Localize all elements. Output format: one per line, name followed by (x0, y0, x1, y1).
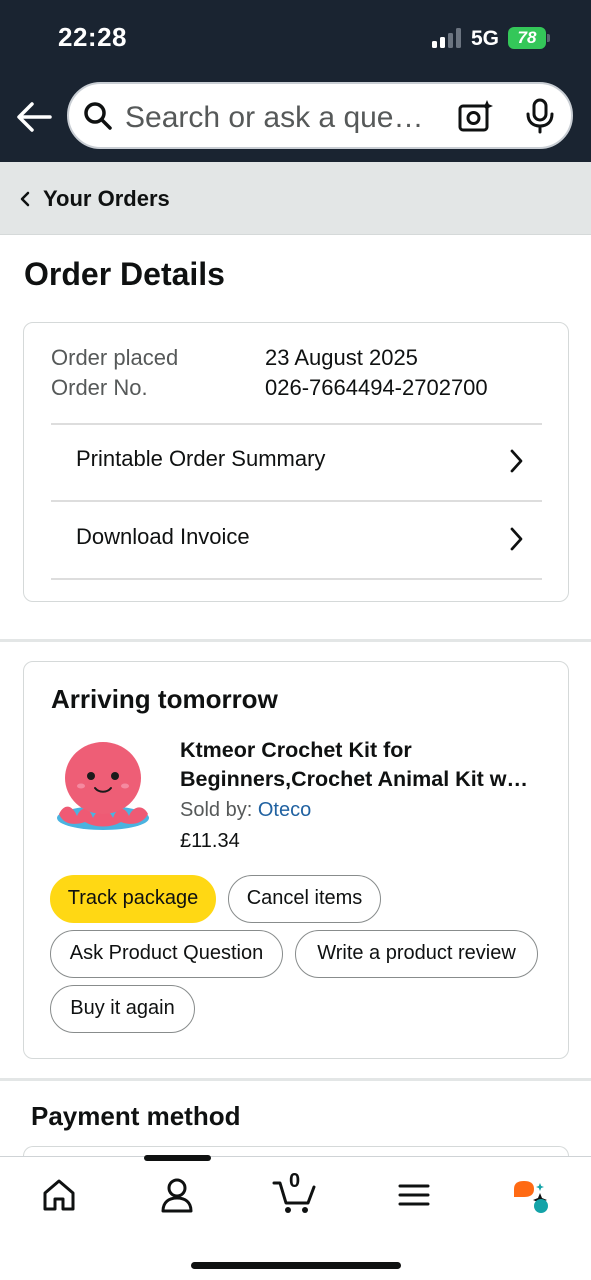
order-number-row: Order No. 026-7664494-2702700 (51, 375, 488, 401)
breadcrumb-your-orders[interactable]: Your Orders (43, 186, 170, 212)
cart-count-badge: 0 (289, 1170, 301, 1192)
active-tab-indicator (144, 1155, 211, 1161)
order-number-value: 026-7664494-2702700 (265, 375, 488, 400)
search-bar[interactable]: Search or ask a que… (67, 82, 573, 149)
top-header: 22:28 5G 78 Search or ask a que… (0, 0, 591, 162)
order-placed-label: Order placed (51, 345, 179, 370)
shipment-card: Arriving tomorrow Ktmeor Crochet Kit for… (23, 661, 569, 1059)
bottom-nav: 0 (0, 1155, 591, 1280)
status-time: 22:28 (58, 22, 127, 52)
section-divider (0, 1078, 591, 1081)
seller-link[interactable]: Oteco (258, 799, 311, 821)
search-icon (84, 102, 112, 130)
track-package-button[interactable]: Track package (50, 875, 216, 923)
search-input[interactable]: Search or ask a que… (125, 101, 424, 135)
payment-method-heading: Payment method (31, 1101, 241, 1131)
order-number-label: Order No. (51, 375, 148, 400)
chevron-right-icon (510, 527, 523, 551)
chevron-right-icon (510, 449, 523, 473)
battery-level: 78 (517, 28, 537, 47)
camera-search-icon[interactable] (457, 98, 495, 134)
write-product-review-button[interactable]: Write a product review (295, 930, 538, 978)
microphone-icon[interactable] (525, 98, 555, 134)
battery-icon: 78 (508, 27, 550, 49)
account-icon[interactable] (157, 1175, 197, 1215)
ask-product-question-button[interactable]: Ask Product Question (50, 930, 283, 978)
product-title-line-2: Beginners,Crochet Animal Kit w… (180, 767, 529, 791)
rufus-assistant-icon[interactable] (510, 1175, 550, 1215)
order-placed-value: 23 August 2025 (265, 345, 418, 370)
delivery-status: Arriving tomorrow (51, 684, 278, 714)
chevron-left-icon (20, 191, 30, 207)
page-title: Order Details (24, 256, 225, 292)
cancel-items-button[interactable]: Cancel items (228, 875, 381, 923)
divider (51, 578, 542, 580)
home-icon[interactable] (39, 1175, 79, 1215)
sold-by-label: Sold by: (180, 799, 253, 821)
printable-order-summary-label: Printable Order Summary (76, 446, 326, 471)
product-title-line-1: Ktmeor Crochet Kit for (180, 738, 412, 762)
order-placed-row: Order placed 23 August 2025 (51, 345, 418, 371)
menu-icon[interactable] (394, 1175, 434, 1215)
sold-by: Sold by: Oteco (180, 799, 311, 822)
breadcrumb[interactable]: Your Orders (0, 162, 591, 235)
order-info-card: Order placed 23 August 2025 Order No. 02… (23, 322, 569, 602)
back-arrow-icon[interactable] (14, 98, 54, 136)
buy-it-again-button[interactable]: Buy it again (50, 985, 195, 1033)
home-indicator (191, 1262, 401, 1269)
product-price: £11.34 (180, 830, 240, 852)
signal-icon (432, 28, 464, 48)
network-type: 5G (471, 27, 500, 50)
printable-order-summary-link[interactable]: Printable Order Summary (51, 424, 542, 500)
product-title[interactable]: Ktmeor Crochet Kit for Beginners,Crochet… (180, 736, 552, 794)
download-invoice-label: Download Invoice (76, 524, 250, 549)
product-image[interactable] (51, 736, 155, 836)
section-divider (0, 639, 591, 642)
download-invoice-link[interactable]: Download Invoice (51, 502, 542, 578)
